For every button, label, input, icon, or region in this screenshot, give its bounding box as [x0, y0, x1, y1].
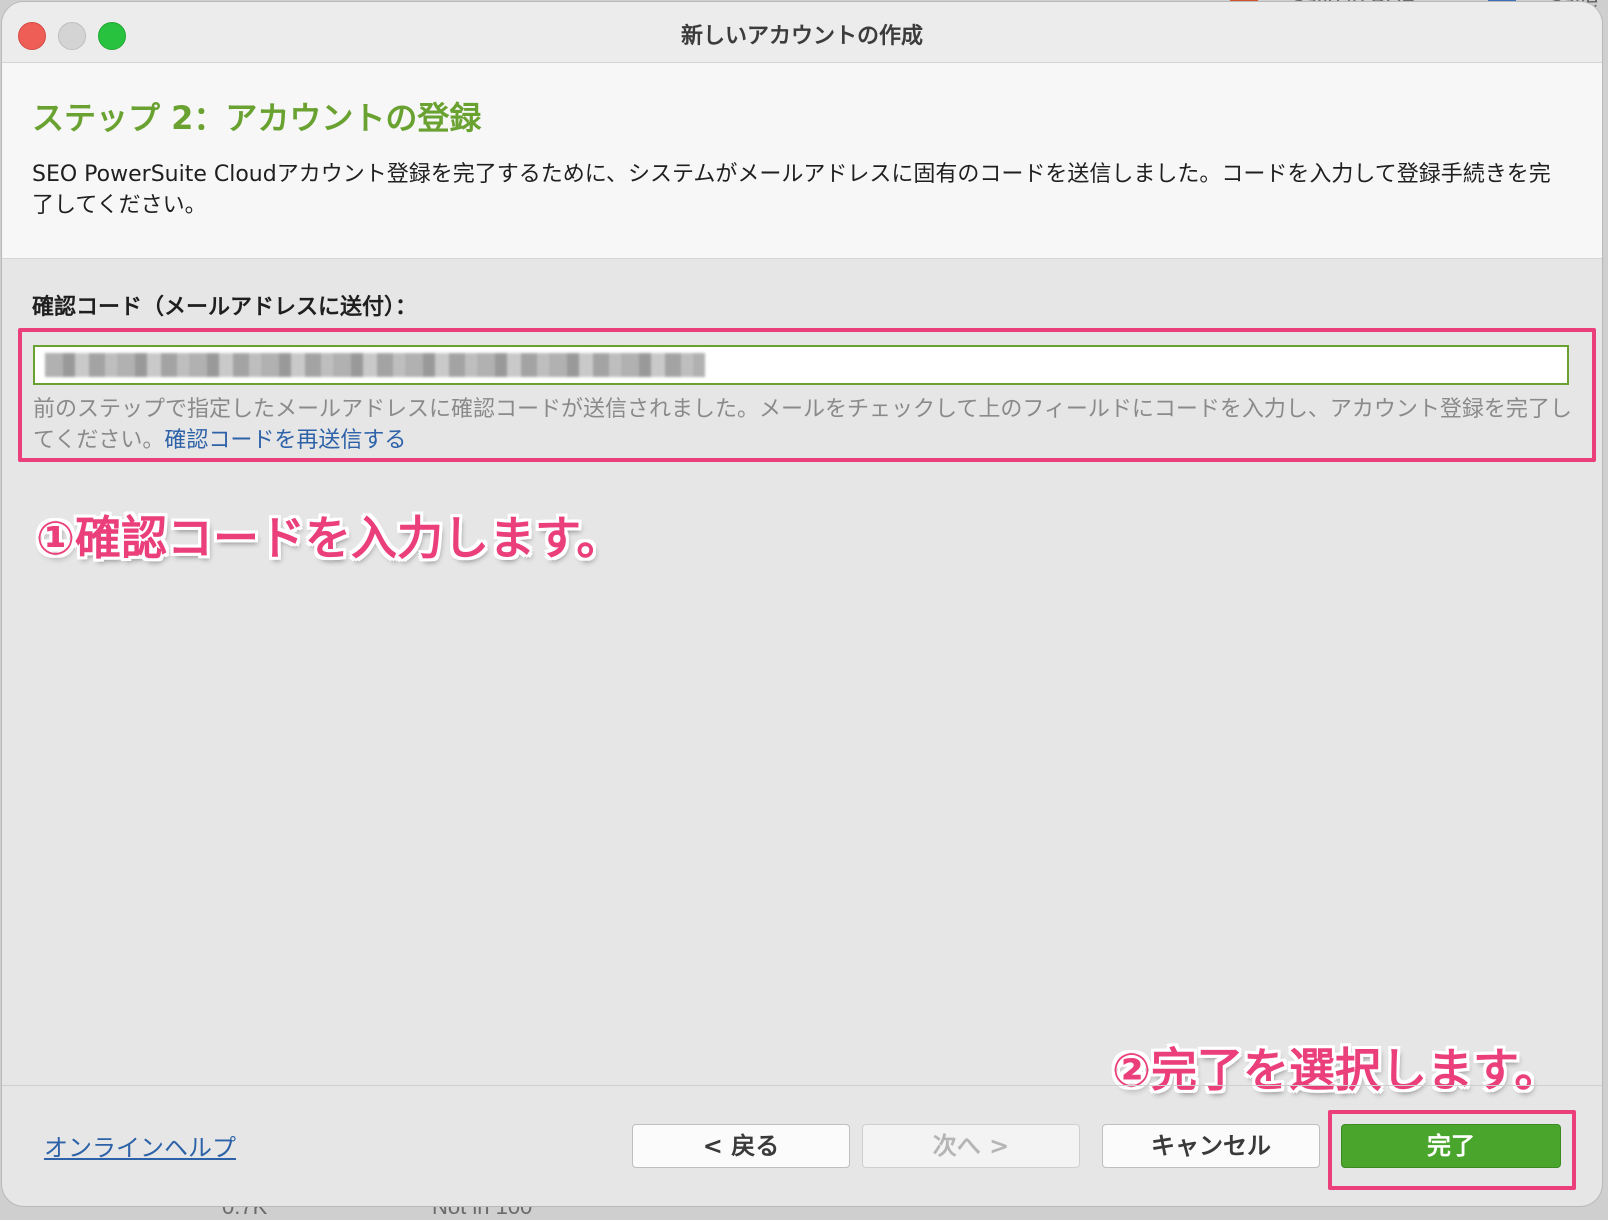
title-bar: 新しいアカウントの作成 [2, 2, 1602, 63]
next-button[interactable]: 次へ > [862, 1124, 1080, 1168]
verification-code-label: 確認コード（メールアドレスに送付）： [32, 295, 418, 320]
step-header: ステップ 2：アカウントの登録 SEO PowerSuite Cloudアカウン… [2, 63, 1602, 259]
finish-button-highlight [1328, 1110, 1576, 1190]
step-title: ステップ 2：アカウントの登録 [32, 99, 482, 137]
step-description: SEO PowerSuite Cloudアカウント登録を完了するために、システム… [32, 162, 1551, 218]
window-title: 新しいアカウントの作成 [680, 24, 923, 49]
code-field-highlight [18, 328, 1596, 462]
back-button[interactable]: < 戻る [632, 1124, 850, 1168]
annotation-step2: ②完了を選択します。 [1112, 1043, 1561, 1097]
account-dialog: 新しいアカウントの作成 ステップ 2：アカウントの登録 SEO PowerSui… [2, 2, 1602, 1206]
cancel-button[interactable]: キャンセル [1102, 1124, 1320, 1168]
online-help-link[interactable]: オンラインヘルプ [44, 1128, 236, 1163]
footer-divider [2, 1085, 1602, 1086]
annotation-step1: ①確認コードを入力します。 [36, 511, 623, 565]
